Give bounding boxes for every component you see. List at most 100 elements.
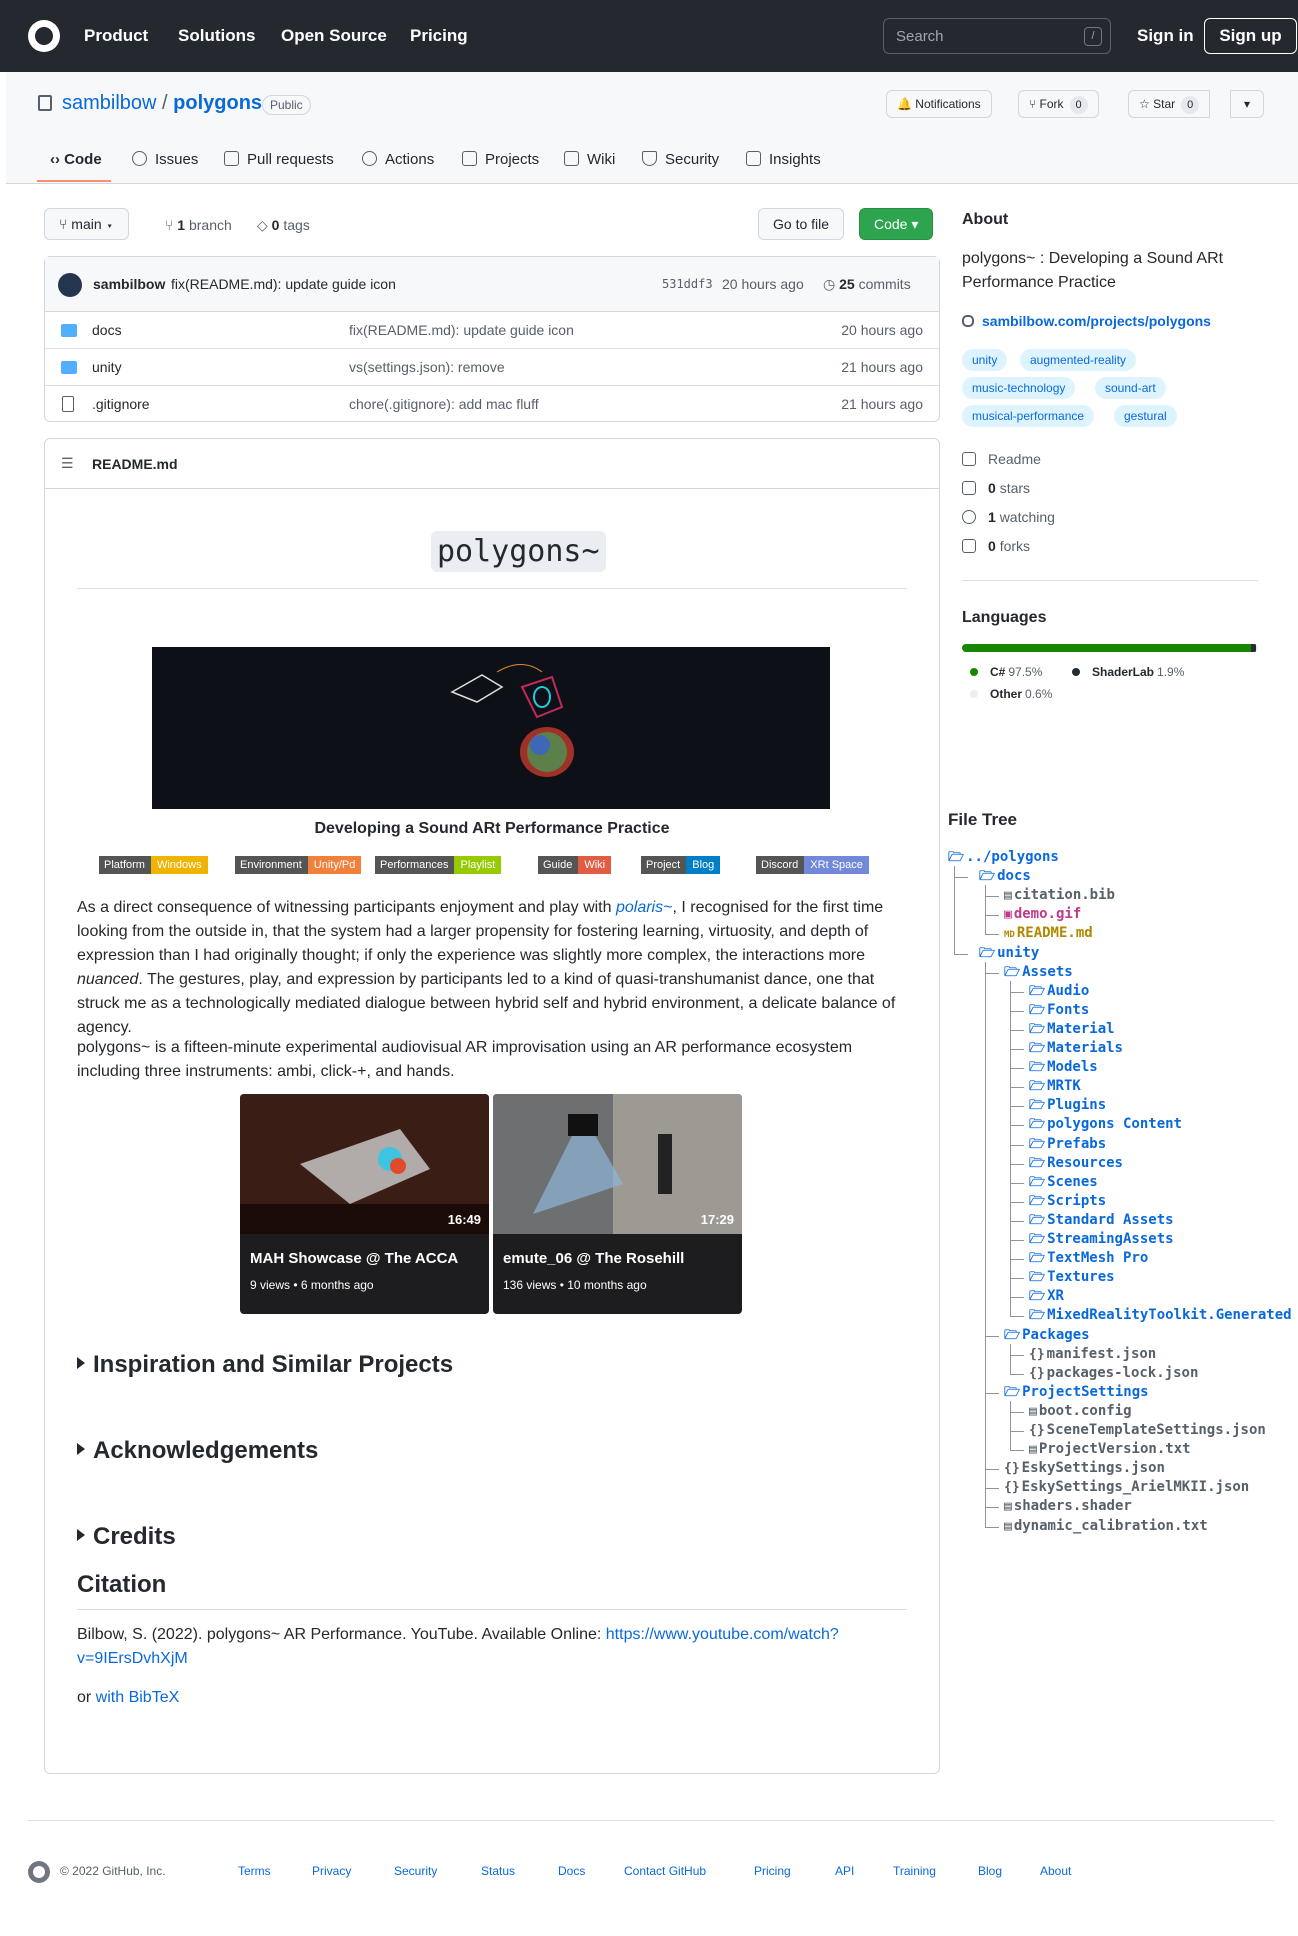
tree-folder[interactable]: 🗁 Audio <box>1029 982 1089 1001</box>
watchers-link[interactable]: 1 watching <box>962 509 1055 525</box>
sign-up-button[interactable]: Sign up <box>1204 18 1297 54</box>
tab-security[interactable]: Security <box>642 151 719 168</box>
tree-folder[interactable]: 🗁 ProjectSettings <box>1004 1383 1149 1402</box>
language-item[interactable]: C# 97.5% <box>970 665 1042 679</box>
tab-wiki[interactable]: Wiki <box>564 151 615 168</box>
github-logo-icon[interactable] <box>28 20 60 52</box>
footer-link[interactable]: Security <box>394 1864 437 1878</box>
tree-file[interactable]: ▤ ProjectVersion.txt <box>1029 1440 1191 1459</box>
footer-link[interactable]: API <box>835 1864 854 1878</box>
tree-file[interactable]: {} EskySettings_ArielMKII.json <box>1004 1478 1249 1497</box>
details-acknowledgements[interactable]: Acknowledgements <box>77 1437 318 1465</box>
footer-link[interactable]: Terms <box>238 1864 271 1878</box>
tree-folder[interactable]: 🗁 Assets <box>1004 963 1073 982</box>
star-button[interactable]: ☆ Star 0 <box>1128 90 1211 118</box>
tree-file[interactable]: {} packages-lock.json <box>1029 1364 1198 1383</box>
tab-code[interactable]: ‹› Code <box>50 151 102 168</box>
badge[interactable]: Project Blog <box>641 856 721 874</box>
video-card[interactable]: 17:29 emute_06 @ The Rosehill 136 views … <box>493 1094 742 1314</box>
tree-file[interactable]: {} manifest.json <box>1029 1345 1156 1364</box>
website-link[interactable]: sambilbow.com/projects/polygons <box>962 313 1211 329</box>
tree-folder[interactable]: 🗁 Plugins <box>1029 1096 1106 1115</box>
file-commit-message[interactable]: fix(README.md): update guide icon <box>349 322 574 338</box>
tree-file[interactable]: ▤ shaders.shader <box>1004 1497 1132 1516</box>
footer-link[interactable]: Docs <box>558 1864 585 1878</box>
tree-folder[interactable]: 🗁 Materials <box>1029 1039 1123 1058</box>
nav-open-source[interactable]: Open Source <box>281 26 387 46</box>
go-to-file-button[interactable]: Go to file <box>758 208 845 240</box>
badge[interactable]: Performances Playlist <box>375 856 502 874</box>
badge[interactable]: Platform Windows <box>99 856 208 874</box>
topic-tag[interactable]: augmented-reality <box>1020 349 1137 371</box>
commits-link[interactable]: ◷ 25 commits <box>823 276 911 293</box>
notifications-button[interactable]: 🔔 Notifications <box>886 90 992 118</box>
tree-folder[interactable]: 🗁 Packages <box>1004 1326 1090 1345</box>
footer-link[interactable]: About <box>1040 1864 1071 1878</box>
tab-insights[interactable]: Insights <box>746 151 821 168</box>
details-credits[interactable]: Credits <box>77 1523 176 1551</box>
tree-folder[interactable]: 🗁 Scenes <box>1029 1173 1098 1192</box>
search-input[interactable]: Search / <box>883 18 1111 54</box>
polaris-link[interactable]: polaris~ <box>616 899 672 916</box>
tree-folder[interactable]: 🗁 Standard Assets <box>1029 1211 1174 1230</box>
footer-link[interactable]: Status <box>481 1864 515 1878</box>
tab-pull-requests[interactable]: Pull requests <box>224 151 334 168</box>
list-icon[interactable]: ☰ <box>61 455 74 472</box>
readme-filename[interactable]: README.md <box>92 456 178 472</box>
commit-sha[interactable]: 531ddf3 <box>662 277 713 291</box>
tab-actions[interactable]: Actions <box>362 151 434 168</box>
topic-tag[interactable]: music-technology <box>962 377 1076 399</box>
tree-folder[interactable]: 🗁 Textures <box>1029 1268 1115 1287</box>
fork-button[interactable]: ⑂ Fork 0 <box>1018 90 1099 118</box>
footer-link[interactable]: Contact GitHub <box>624 1864 706 1878</box>
repo-name-link[interactable]: polygons <box>173 92 262 114</box>
code-button[interactable]: Code ▾ <box>859 208 934 240</box>
topic-tag[interactable]: gestural <box>1114 405 1177 427</box>
tree-file[interactable]: ▤ dynamic_calibration.txt <box>1004 1517 1208 1536</box>
tree-file[interactable]: {} SceneTemplateSettings.json <box>1029 1421 1266 1440</box>
footer-link[interactable]: Pricing <box>754 1864 791 1878</box>
tags-link[interactable]: ◇ 0 tags <box>257 217 310 234</box>
github-logo-icon[interactable] <box>28 1861 50 1883</box>
tree-folder[interactable]: 🗁 MRTK <box>1029 1077 1081 1096</box>
tree-folder[interactable]: 🗁 Material <box>1029 1020 1115 1039</box>
tree-folder[interactable]: 🗁 polygons Content <box>1029 1115 1182 1134</box>
file-name-link[interactable]: docs <box>92 322 122 338</box>
tab-issues[interactable]: Issues <box>132 151 198 168</box>
tree-folder[interactable]: 🗁 ../polygons <box>948 848 1059 867</box>
star-dropdown-button[interactable]: ▾ <box>1230 90 1264 118</box>
topic-tag[interactable]: unity <box>962 349 1008 371</box>
commit-author[interactable]: sambilbow <box>93 276 165 292</box>
tree-file[interactable]: ▤ boot.config <box>1029 1402 1132 1421</box>
tree-folder[interactable]: 🗁 TextMesh Pro <box>1029 1249 1148 1268</box>
badge[interactable]: Guide Wiki <box>538 856 612 874</box>
nav-product[interactable]: Product <box>84 26 148 46</box>
nav-pricing[interactable]: Pricing <box>410 26 468 46</box>
commit-message[interactable]: fix(README.md): update guide icon <box>171 276 396 292</box>
file-name-link[interactable]: .gitignore <box>92 396 150 412</box>
file-name-link[interactable]: unity <box>92 359 122 375</box>
topic-tag[interactable]: musical-performance <box>962 405 1095 427</box>
avatar[interactable] <box>58 273 82 297</box>
footer-link[interactable]: Privacy <box>312 1864 351 1878</box>
file-commit-message[interactable]: chore(.gitignore): add mac fluff <box>349 396 539 412</box>
tree-folder[interactable]: 🗁 Prefabs <box>1029 1135 1106 1154</box>
tree-folder[interactable]: 🗁 MixedRealityToolkit.Generated <box>1029 1306 1292 1325</box>
tree-folder[interactable]: 🗁 Scripts <box>1029 1192 1106 1211</box>
language-item[interactable]: ShaderLab 1.9% <box>1072 665 1184 679</box>
readme-link[interactable]: Readme <box>962 451 1041 467</box>
stars-link[interactable]: 0 stars <box>962 480 1030 496</box>
tree-folder[interactable]: 🗁 XR <box>1029 1287 1064 1306</box>
details-inspiration[interactable]: Inspiration and Similar Projects <box>77 1351 453 1379</box>
tree-file[interactable]: MD README.md <box>1004 924 1093 945</box>
forks-link[interactable]: 0 forks <box>962 538 1030 554</box>
tree-folder[interactable]: 🗁 Resources <box>1029 1154 1123 1173</box>
tree-file[interactable]: ▣ demo.gif <box>1004 905 1081 924</box>
badge[interactable]: Environment Unity/Pd <box>235 856 362 874</box>
tree-folder[interactable]: 🗁 unity <box>979 944 1039 963</box>
branch-select-button[interactable]: ⑂ main ▾ <box>44 208 129 240</box>
tree-folder[interactable]: 🗁 Fonts <box>1029 1001 1089 1020</box>
tree-folder[interactable]: 🗁 Models <box>1029 1058 1098 1077</box>
footer-link[interactable]: Training <box>893 1864 936 1878</box>
tree-file[interactable]: ▤ citation.bib <box>1004 886 1115 905</box>
